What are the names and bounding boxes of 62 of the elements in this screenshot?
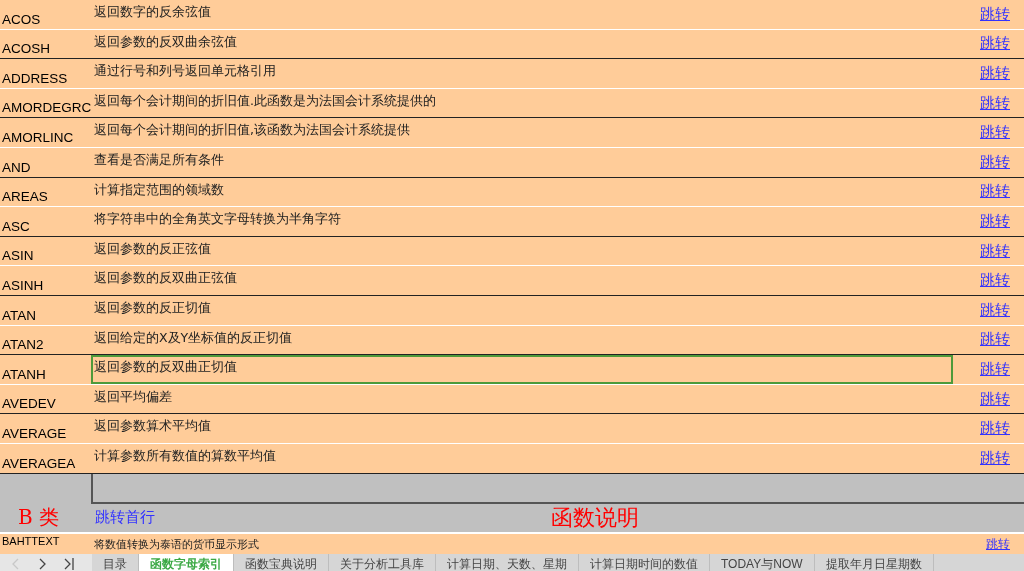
jump-link[interactable]: 跳转 bbox=[980, 123, 1010, 143]
jump-link[interactable]: 跳转 bbox=[980, 271, 1010, 291]
next-icon[interactable] bbox=[38, 558, 46, 570]
sheet-tab[interactable]: 提取年月日星期数 bbox=[814, 553, 934, 571]
sheet-tab[interactable]: 关于分析工具库 bbox=[329, 553, 436, 571]
description-cell[interactable]: 返回参数的反双曲正弦值 bbox=[91, 266, 953, 295]
function-name: ACOS bbox=[1, 10, 42, 29]
description-cell[interactable]: 查看是否满足所有条件 bbox=[91, 147, 953, 177]
description-text: 将数值转换为泰语的货币显示形式 bbox=[94, 537, 259, 551]
function-name: ATAN bbox=[1, 306, 37, 325]
jump-link[interactable]: 跳转 bbox=[980, 359, 1010, 379]
jump-link[interactable]: 跳转 bbox=[980, 330, 1010, 350]
category-label: B 类 bbox=[17, 504, 61, 531]
last-icon[interactable] bbox=[64, 558, 74, 570]
description-cell[interactable]: 返回参数的反双曲余弦值 bbox=[91, 29, 953, 59]
function-name: ASINH bbox=[1, 276, 45, 295]
function-name: AREAS bbox=[1, 188, 49, 207]
jump-link[interactable]: 跳转 bbox=[980, 64, 1010, 83]
jump-link[interactable]: 跳转 bbox=[980, 34, 1010, 54]
jump-link[interactable]: 跳转 bbox=[980, 182, 1010, 202]
function-name: BAHTTEXT bbox=[1, 533, 61, 548]
function-name: AND bbox=[1, 158, 32, 177]
section-heading: 函数说明 bbox=[551, 503, 639, 532]
jump-link[interactable]: 跳转 bbox=[980, 419, 1010, 439]
sheet-tab[interactable]: 函数宝典说明 bbox=[234, 553, 329, 571]
jump-link[interactable]: 跳转 bbox=[980, 152, 1010, 172]
sheet-tab[interactable]: 计算日期、天数、星期 bbox=[436, 553, 579, 571]
function-name: AMORDEGRC bbox=[1, 99, 91, 118]
description-cell[interactable]: 返回参数的反双曲正切值 bbox=[91, 355, 953, 384]
description-cell[interactable]: 计算指定范围的领域数 bbox=[91, 177, 953, 207]
description-cell[interactable]: 返回参数算术平均值 bbox=[91, 414, 953, 443]
function-name: ATAN2 bbox=[1, 336, 45, 355]
description-cell[interactable]: 返回参数的反正切值 bbox=[91, 295, 953, 325]
description-cell[interactable]: 返回平均偏差 bbox=[91, 384, 953, 414]
description-cell[interactable]: 通过行号和列号返回单元格引用 bbox=[91, 59, 953, 88]
function-name: ATANH bbox=[1, 365, 47, 384]
jump-link[interactable]: 跳转 bbox=[980, 300, 1010, 320]
function-name: AVERAGE bbox=[1, 424, 68, 443]
jump-link[interactable]: 跳转 bbox=[980, 241, 1010, 261]
jump-link[interactable]: 跳转 bbox=[986, 536, 1010, 551]
description-cell[interactable]: 返回给定的X及Y坐标值的反正切值 bbox=[91, 325, 953, 355]
function-name: ASC bbox=[1, 217, 31, 236]
function-name: AMORLINC bbox=[1, 128, 75, 147]
jump-top-link[interactable]: 跳转首行 bbox=[91, 508, 551, 527]
function-name: ADDRESS bbox=[1, 69, 69, 88]
jump-link[interactable]: 跳转 bbox=[980, 389, 1010, 409]
function-name: ACOSH bbox=[1, 40, 51, 59]
jump-link[interactable]: 跳转 bbox=[980, 93, 1010, 113]
sheet-tab[interactable]: TODAY与NOW bbox=[710, 553, 815, 571]
description-cell[interactable]: 返回参数的反正弦值 bbox=[91, 236, 953, 266]
description-cell[interactable]: 返回每个会计期间的折旧值,该函数为法国会计系统提供 bbox=[91, 118, 953, 147]
jump-link[interactable]: 跳转 bbox=[980, 211, 1010, 231]
jump-link[interactable]: 跳转 bbox=[980, 448, 1010, 468]
description-cell[interactable]: 返回数字的反余弦值 bbox=[91, 0, 953, 29]
function-name: AVERAGEA bbox=[1, 454, 77, 473]
description-cell[interactable]: 返回每个会计期间的折旧值.此函数是为法国会计系统提供的 bbox=[91, 88, 953, 118]
function-name: AVEDEV bbox=[1, 395, 57, 414]
description-cell[interactable]: 计算参数所有数值的算数平均值 bbox=[91, 443, 953, 473]
jump-link[interactable]: 跳转 bbox=[980, 4, 1010, 24]
sheet-tab[interactable]: 计算日期时间的数值 bbox=[579, 553, 710, 571]
description-cell[interactable]: 将字符串中的全角英文字母转换为半角字符 bbox=[91, 207, 953, 236]
function-name: ASIN bbox=[1, 247, 35, 266]
